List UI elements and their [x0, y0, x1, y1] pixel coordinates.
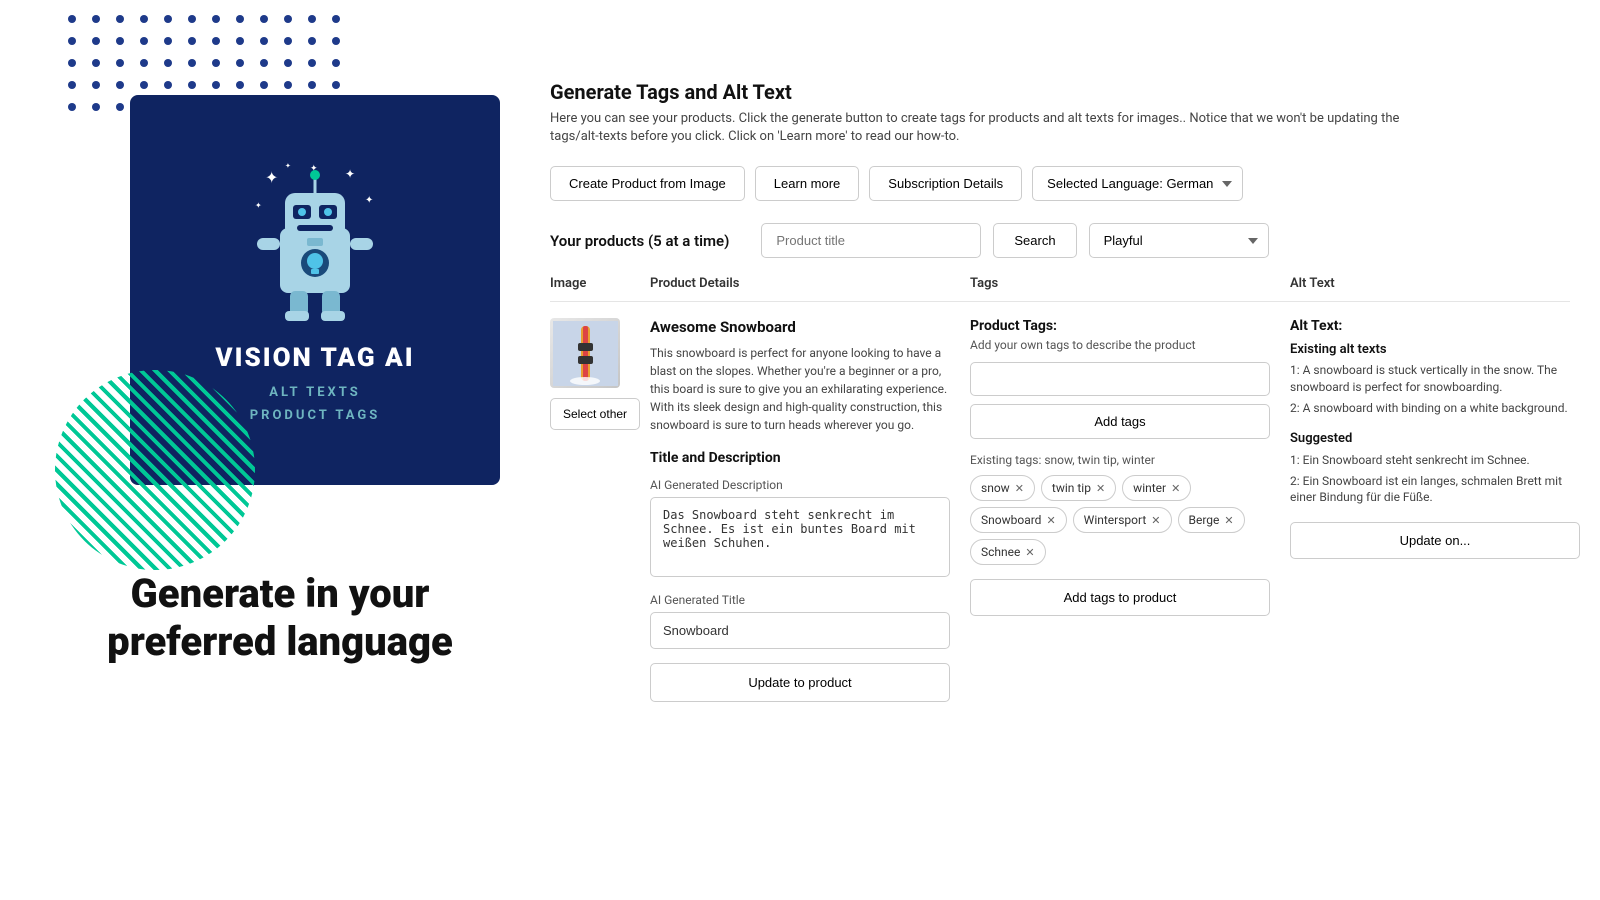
style-select[interactable]: Playful: [1089, 223, 1269, 258]
svg-text:✦: ✦: [255, 201, 262, 210]
svg-text:✦: ✦: [285, 162, 291, 170]
ai-title-input[interactable]: [650, 612, 950, 649]
select-other-button[interactable]: Select other: [550, 398, 640, 430]
suggested-alt-2: 2: Ein Snowboard ist ein langes, schmale…: [1290, 473, 1580, 507]
product-thumbnail: [550, 318, 620, 388]
remove-tag-snowboard[interactable]: ✕: [1046, 515, 1055, 526]
svg-text:✦: ✦: [365, 195, 373, 206]
left-panel: ✦ ✦ ✦ ✦ ✦ ✦: [0, 0, 520, 900]
ai-desc-label: AI Generated Description: [650, 478, 950, 492]
update-to-product-button[interactable]: Update to product: [650, 663, 950, 702]
suggested-alt-label: Suggested: [1290, 431, 1580, 446]
products-bar: Your products (5 at a time) Search Playf…: [550, 223, 1570, 258]
language-select[interactable]: Selected Language: German: [1032, 166, 1243, 201]
snowboard-thumbnail-svg: [553, 321, 618, 386]
existing-alt-2: 2: A snowboard with binding on a white b…: [1290, 400, 1580, 417]
tag-chip-berge: Berge ✕: [1178, 507, 1245, 533]
tag-chip-winter: winter ✕: [1122, 475, 1191, 501]
existing-tags-list: snow ✕ twin tip ✕ winter ✕ Snowboard ✕ W…: [970, 475, 1270, 565]
suggested-alt-1: 1: Ein Snowboard steht senkrecht im Schn…: [1290, 452, 1580, 469]
robot-icon: ✦ ✦ ✦ ✦ ✦ ✦: [235, 153, 395, 333]
learn-more-button[interactable]: Learn more: [755, 166, 859, 201]
remove-tag-berge[interactable]: ✕: [1224, 515, 1233, 526]
product-description: This snowboard is perfect for anyone loo…: [650, 344, 950, 434]
existing-alt-label: Existing alt texts: [1290, 342, 1580, 357]
tag-input[interactable]: [970, 362, 1270, 396]
image-column: Select other: [550, 318, 650, 430]
product-name: Awesome Snowboard: [650, 318, 950, 336]
alt-section-title: Alt Text:: [1290, 318, 1580, 334]
remove-tag-twin-tip[interactable]: ✕: [1096, 483, 1105, 494]
add-tags-button[interactable]: Add tags: [970, 404, 1270, 439]
page-header: Generate Tags and Alt Text Here you can …: [550, 80, 1570, 146]
products-label: Your products (5 at a time): [550, 232, 729, 250]
tag-chip-wintersport: Wintersport ✕: [1073, 507, 1172, 533]
table-header: Image Product Details Tags Alt Text: [550, 276, 1570, 302]
existing-alt-1: 1: A snowboard is stuck vertically in th…: [1290, 362, 1580, 396]
ai-title-label: AI Generated Title: [650, 593, 950, 607]
create-product-button[interactable]: Create Product from Image: [550, 166, 745, 201]
tags-column: Product Tags: Add your own tags to descr…: [970, 318, 1290, 616]
tags-section-title: Product Tags:: [970, 318, 1270, 334]
logo-subtitle: ALT TEXTS PRODUCT TAGS: [250, 381, 380, 428]
svg-text:✦: ✦: [345, 167, 355, 181]
col-image: Image: [550, 276, 650, 291]
col-product-details: Product Details: [650, 276, 970, 291]
svg-text:✦: ✦: [265, 168, 278, 187]
col-tags: Tags: [970, 276, 1290, 291]
ai-description-textarea[interactable]: Das Snowboard steht senkrecht im Schnee.…: [650, 497, 950, 577]
remove-tag-wintersport[interactable]: ✕: [1151, 515, 1160, 526]
product-details-column: Awesome Snowboard This snowboard is perf…: [650, 318, 970, 702]
suggested-section: Suggested 1: Ein Snowboard steht senkrec…: [1290, 431, 1580, 506]
tag-chip-schnee: Schnee ✕: [970, 539, 1046, 565]
tag-chip-snowboard: Snowboard ✕: [970, 507, 1067, 533]
product-title-input[interactable]: [761, 223, 981, 258]
tagline: Generate in your preferred language: [80, 570, 480, 666]
remove-tag-winter[interactable]: ✕: [1171, 483, 1180, 494]
col-alt-text: Alt Text: [1290, 276, 1590, 291]
main-content: Generate Tags and Alt Text Here you can …: [520, 0, 1600, 900]
product-row: Select other Awesome Snowboard This snow…: [550, 302, 1570, 702]
add-tags-to-product-button[interactable]: Add tags to product: [970, 579, 1270, 616]
page-title: Generate Tags and Alt Text: [550, 80, 1570, 104]
logo-title: VISION TAG AI: [215, 343, 414, 373]
title-and-desc-section: Title and Description: [650, 450, 950, 466]
green-circle-decoration: [55, 370, 255, 570]
toolbar: Create Product from Image Learn more Sub…: [550, 166, 1570, 201]
existing-tags-label: Existing tags: snow, twin tip, winter: [970, 453, 1270, 467]
alt-text-column: Alt Text: Existing alt texts 1: A snowbo…: [1290, 318, 1590, 559]
subscription-details-button[interactable]: Subscription Details: [869, 166, 1022, 201]
tag-chip-twin-tip: twin tip ✕: [1041, 475, 1116, 501]
update-on-button[interactable]: Update on...: [1290, 522, 1580, 559]
search-button[interactable]: Search: [993, 223, 1076, 258]
remove-tag-schnee[interactable]: ✕: [1025, 547, 1034, 558]
tags-description: Add your own tags to describe the produc…: [970, 338, 1270, 352]
remove-tag-snow[interactable]: ✕: [1015, 483, 1024, 494]
tag-chip-snow: snow ✕: [970, 475, 1035, 501]
page-description: Here you can see your products. Click th…: [550, 110, 1450, 146]
